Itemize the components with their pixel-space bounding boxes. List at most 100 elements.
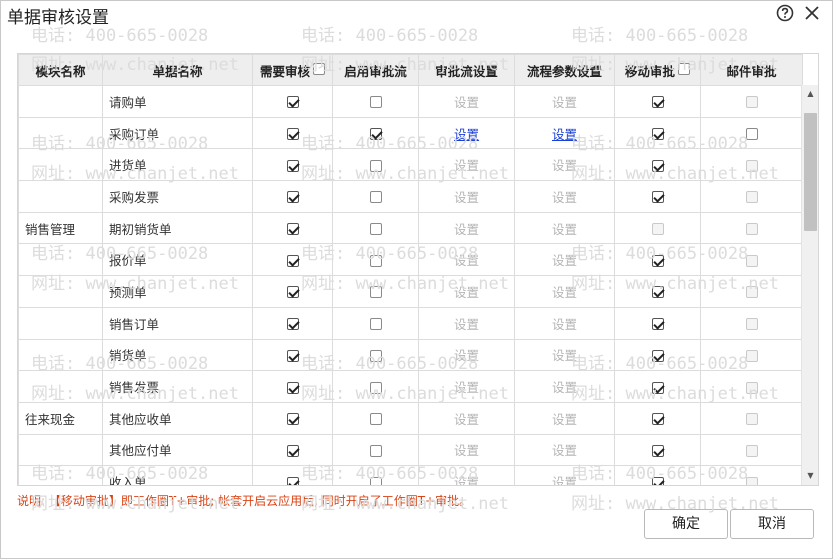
vertical-scrollbar[interactable]: ▲ ▼	[801, 85, 818, 485]
mobile-approval-checkbox[interactable]	[651, 159, 664, 172]
need-review-checkbox[interactable]	[286, 413, 299, 426]
enable-flow-checkbox[interactable]	[369, 159, 382, 172]
enable-flow-checkbox[interactable]	[369, 476, 382, 485]
mobile-approval-checkbox[interactable]	[651, 349, 664, 362]
select-all-checkbox[interactable]	[313, 63, 325, 75]
need-review-checkbox[interactable]	[286, 476, 299, 485]
need-review-cell	[252, 116, 333, 150]
need-review-cell	[252, 148, 333, 182]
email-approval-cell	[700, 85, 803, 118]
table-row: 采购订单 设置 设置	[18, 116, 803, 150]
flow-setting-link: 设置	[453, 411, 479, 427]
param-setting-cell: 设置	[514, 243, 615, 277]
need-review-checkbox[interactable]	[286, 254, 299, 267]
mobile-approval-checkbox[interactable]	[651, 286, 664, 299]
mobile-approval-checkbox[interactable]	[651, 381, 664, 394]
question-circle-icon[interactable]	[776, 4, 794, 22]
flow-setting-cell: 设置	[418, 306, 515, 340]
param-setting-cell: 设置	[514, 370, 615, 403]
need-review-checkbox[interactable]	[286, 223, 299, 236]
cancel-button[interactable]: 取消	[730, 509, 814, 539]
mobile-approval-checkbox[interactable]	[651, 413, 664, 426]
flow-setting-link: 设置	[453, 475, 479, 486]
enable-flow-checkbox[interactable]	[369, 128, 382, 141]
table-row: 销售订单 设置 设置	[18, 306, 803, 340]
column-header-6[interactable]: 移动审批	[614, 54, 701, 86]
flow-setting-link[interactable]: 设置	[454, 127, 479, 142]
enable-flow-checkbox[interactable]	[369, 286, 382, 299]
param-setting-link: 设置	[551, 284, 577, 300]
enable-flow-checkbox[interactable]	[369, 444, 382, 457]
mobile-approval-cell	[614, 306, 701, 340]
enable-flow-checkbox[interactable]	[369, 318, 382, 331]
column-header-4: 审批流设置	[418, 54, 515, 86]
enable-flow-checkbox[interactable]	[369, 191, 382, 204]
param-setting-cell: 设置	[514, 338, 615, 372]
param-setting-cell: 设置	[514, 433, 615, 467]
select-all-checkbox[interactable]	[678, 63, 690, 75]
close-icon[interactable]	[802, 3, 822, 23]
enable-flow-cell	[332, 401, 419, 435]
email-approval-checkbox	[745, 381, 758, 394]
ok-button[interactable]: 确定	[644, 509, 728, 539]
document-name-cell: 采购发票	[102, 180, 253, 213]
mobile-approval-cell	[614, 180, 701, 213]
mobile-approval-checkbox[interactable]	[651, 318, 664, 331]
review-settings-dialog: 单据审核设置 模块名称 单据名称 需要审核 启用审批流 审批流设置 流程参数设置 移动审批	[0, 0, 833, 559]
module-name-cell	[18, 180, 103, 213]
need-review-checkbox[interactable]	[286, 159, 299, 172]
need-review-checkbox[interactable]	[286, 318, 299, 331]
enable-flow-checkbox[interactable]	[369, 413, 382, 426]
document-name-cell: 预测单	[102, 275, 253, 308]
document-name-cell: 其他应付单	[102, 433, 253, 467]
table-row: 销售发票 设置 设置	[18, 370, 803, 403]
mobile-approval-checkbox[interactable]	[651, 254, 664, 267]
module-name-cell	[18, 116, 103, 150]
mobile-approval-checkbox[interactable]	[651, 444, 664, 457]
need-review-checkbox[interactable]	[286, 381, 299, 394]
mobile-approval-checkbox[interactable]	[651, 128, 664, 141]
email-approval-cell	[700, 275, 803, 308]
need-review-checkbox[interactable]	[286, 128, 299, 141]
enable-flow-checkbox[interactable]	[369, 381, 382, 394]
enable-flow-checkbox[interactable]	[369, 349, 382, 362]
email-approval-checkbox	[745, 191, 758, 204]
flow-setting-link: 设置	[453, 253, 479, 269]
need-review-checkbox[interactable]	[286, 349, 299, 362]
email-approval-checkbox	[745, 223, 758, 236]
column-header-2[interactable]: 需要审核	[252, 54, 333, 86]
mobile-approval-cell	[614, 433, 701, 467]
need-review-checkbox[interactable]	[286, 444, 299, 457]
param-setting-link: 设置	[551, 158, 577, 174]
dialog-titlebar: 单据审核设置	[1, 1, 832, 29]
need-review-checkbox[interactable]	[286, 96, 299, 109]
table-row: 请购单 设置 设置	[18, 85, 803, 118]
enable-flow-checkbox[interactable]	[369, 223, 382, 236]
mobile-approval-checkbox[interactable]	[651, 96, 664, 109]
scroll-thumb[interactable]	[804, 113, 817, 231]
module-name-cell	[18, 338, 103, 372]
need-review-checkbox[interactable]	[286, 286, 299, 299]
note-text: 说明: 【移动审批】即工作圈T+审批; 帐套开启云应用后, 同时开启了工作圈T+…	[17, 494, 472, 508]
email-approval-checkbox[interactable]	[745, 128, 758, 141]
param-setting-link[interactable]: 设置	[552, 127, 577, 142]
flow-setting-cell: 设置	[418, 370, 515, 403]
enable-flow-checkbox[interactable]	[369, 254, 382, 267]
scroll-down-icon[interactable]: ▼	[802, 469, 818, 483]
need-review-checkbox[interactable]	[286, 191, 299, 204]
flow-setting-link: 设置	[453, 316, 479, 332]
mobile-approval-checkbox[interactable]	[651, 191, 664, 204]
enable-flow-cell	[332, 85, 419, 118]
need-review-cell	[252, 433, 333, 467]
column-header-label: 流程参数设置	[526, 63, 602, 79]
mobile-approval-checkbox[interactable]	[651, 476, 664, 485]
flow-setting-link: 设置	[453, 94, 479, 110]
need-review-cell	[252, 306, 333, 340]
mobile-approval-cell	[614, 370, 701, 403]
enable-flow-checkbox[interactable]	[369, 96, 382, 109]
module-name-cell	[18, 433, 103, 467]
scroll-up-icon[interactable]: ▲	[802, 87, 818, 101]
need-review-cell	[252, 243, 333, 277]
flow-setting-cell: 设置	[418, 275, 515, 308]
email-approval-checkbox	[745, 159, 758, 172]
